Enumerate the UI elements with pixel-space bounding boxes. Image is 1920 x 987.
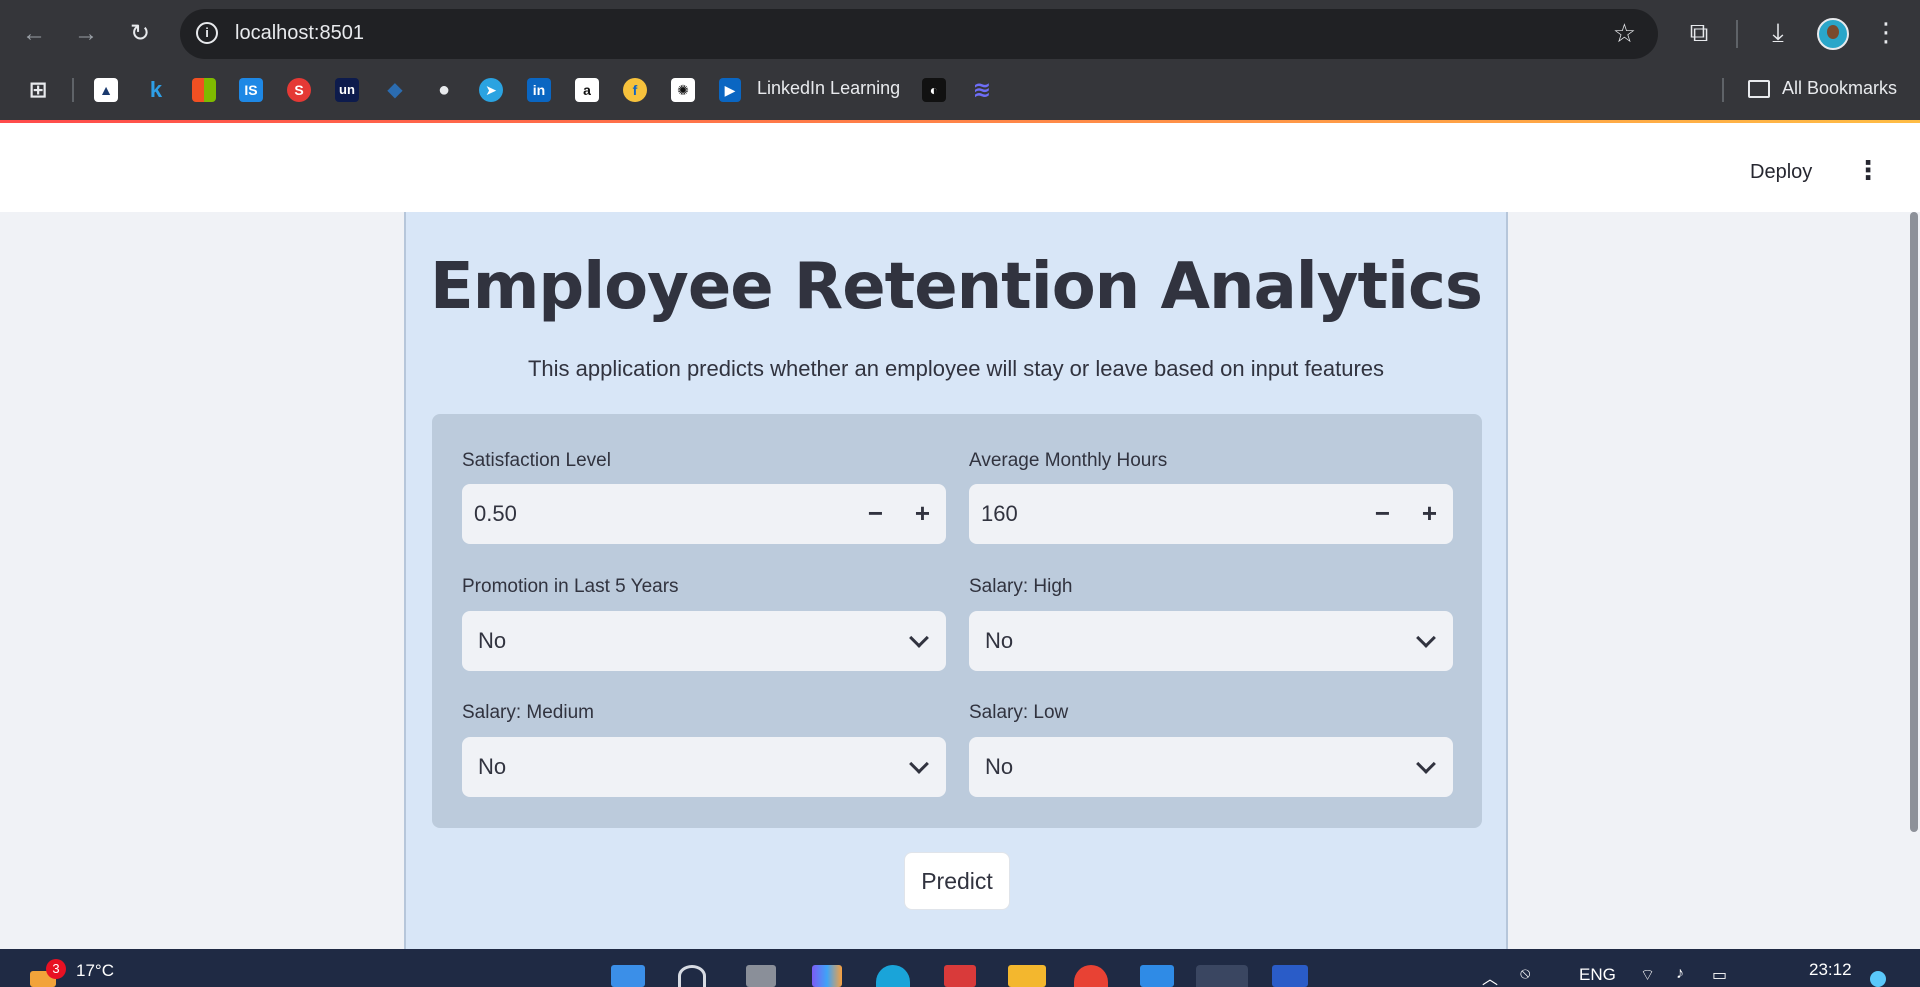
word-icon[interactable]: [1272, 965, 1308, 987]
download-icon[interactable]: ⤓: [1761, 17, 1795, 49]
page-subtitle: This application predicts whether an emp…: [527, 356, 1385, 381]
search-icon[interactable]: [678, 965, 706, 987]
promotion-selected-value[interactable]: No: [478, 628, 506, 654]
chrome-icon[interactable]: [1074, 965, 1108, 987]
battery-icon[interactable]: ▭: [1712, 965, 1732, 985]
satisfaction-number-input[interactable]: 0.50 − +: [462, 484, 946, 544]
chevron-down-icon[interactable]: [1416, 754, 1436, 774]
apps-grid-icon[interactable]: ⊞: [26, 78, 50, 102]
address-row: ← → ↻ i localhost:8501 ☆ ⧉ ⤓ ⋮: [0, 0, 1920, 68]
toolbar-separator: [1736, 20, 1738, 48]
site-info-icon[interactable]: i: [196, 22, 218, 44]
tray-chevron-icon[interactable]: ︿: [1482, 965, 1502, 987]
monthly-hours-decrement-button[interactable]: −: [1359, 484, 1406, 544]
linkedin-learning-link[interactable]: LinkedIn Learning: [757, 78, 900, 99]
input-form: Satisfaction Level 0.50 − + Average Mont…: [432, 414, 1482, 828]
folder-icon: [1748, 80, 1770, 98]
promotion-select[interactable]: No: [462, 611, 946, 671]
location-icon[interactable]: ⦸: [1520, 965, 1540, 985]
salary-low-select[interactable]: No: [969, 737, 1453, 797]
bookmarks-right-separator: [1722, 78, 1724, 102]
monthly-hours-label: Average Monthly Hours: [969, 450, 1168, 471]
extensions-icon[interactable]: ⧉: [1682, 17, 1716, 49]
bookmark-s-icon[interactable]: S: [287, 78, 311, 102]
edge-icon[interactable]: [876, 965, 910, 987]
salary-low-selected-value[interactable]: No: [985, 754, 1013, 780]
os-taskbar: 3 17°C ︿ ⦸ ENG ⌔ ♪ ▭ 23:12: [0, 949, 1920, 987]
url-text[interactable]: localhost:8501: [235, 22, 364, 45]
salary-high-selected-value[interactable]: No: [985, 628, 1013, 654]
monthly-hours-number-input[interactable]: 160 − +: [969, 484, 1453, 544]
vscode-icon[interactable]: [1140, 965, 1174, 987]
amazon-icon[interactable]: a: [575, 78, 599, 102]
bookmark-toggle-icon[interactable]: ◐: [922, 78, 946, 102]
notification-icon[interactable]: [1870, 971, 1886, 987]
task-view-icon[interactable]: [746, 965, 776, 987]
chrome-profile-icon[interactable]: [1196, 965, 1248, 987]
satisfaction-value[interactable]: 0.50: [474, 501, 517, 527]
unstop-icon[interactable]: un: [335, 78, 359, 102]
telegram-icon[interactable]: ➤: [479, 78, 503, 102]
satisfaction-label: Satisfaction Level: [462, 450, 611, 471]
back-arrow-icon[interactable]: ←: [18, 18, 50, 50]
satisfaction-decrement-button[interactable]: −: [852, 484, 899, 544]
temperature-text[interactable]: 17°C: [76, 961, 114, 981]
copilot-icon[interactable]: [812, 965, 842, 987]
salary-medium-select[interactable]: No: [462, 737, 946, 797]
salary-high-label: Salary: High: [969, 576, 1073, 597]
app-menu-icon[interactable]: ⋮: [1855, 157, 1881, 185]
page-title: Employee Retention Analytics: [429, 250, 1483, 324]
satisfaction-increment-button[interactable]: +: [899, 484, 946, 544]
bookmarks-separator: [72, 78, 74, 102]
chevron-down-icon[interactable]: [909, 628, 929, 648]
chatgpt-icon[interactable]: ✺: [671, 78, 695, 102]
file-explorer-icon[interactable]: [1008, 965, 1046, 987]
profile-avatar[interactable]: [1817, 18, 1849, 50]
predict-button[interactable]: Predict: [904, 852, 1010, 910]
forward-arrow-icon[interactable]: →: [70, 18, 102, 50]
salary-high-select[interactable]: No: [969, 611, 1453, 671]
linkedin-icon[interactable]: in: [527, 78, 551, 102]
linkedin-learning-icon[interactable]: ▶: [719, 78, 741, 102]
salary-medium-label: Salary: Medium: [462, 702, 594, 723]
main-container: Employee Retention Analytics This applic…: [404, 212, 1508, 949]
bookmark-diamond-icon[interactable]: ◆: [383, 78, 407, 102]
flipkart-icon[interactable]: f: [623, 78, 647, 102]
notification-badge: 3: [46, 959, 66, 979]
browser-menu-icon[interactable]: ⋮: [1869, 17, 1903, 48]
bookmark-is-icon[interactable]: IS: [239, 78, 263, 102]
bookmark-stack-icon[interactable]: ≋: [970, 78, 994, 102]
bookmark-star-icon[interactable]: ☆: [1613, 18, 1636, 49]
salary-low-label: Salary: Low: [969, 702, 1069, 723]
language-indicator[interactable]: ENG: [1579, 965, 1616, 985]
clock-time[interactable]: 23:12: [1809, 960, 1852, 980]
reload-icon[interactable]: ↻: [124, 18, 156, 50]
monthly-hours-value[interactable]: 160: [981, 501, 1018, 527]
all-bookmarks-link[interactable]: All Bookmarks: [1782, 78, 1897, 99]
salary-medium-selected-value[interactable]: No: [478, 754, 506, 780]
volume-icon[interactable]: ♪: [1676, 965, 1696, 985]
page-scrollbar[interactable]: [1910, 212, 1918, 832]
bookmarks-bar: ⊞ ▲ k IS S un ◆ ● ➤ in a f ✺ ▶ LinkedIn …: [0, 68, 1920, 112]
chevron-down-icon[interactable]: [909, 754, 929, 774]
github-icon[interactable]: ●: [432, 78, 456, 102]
windows-start-icon[interactable]: [611, 965, 645, 987]
deploy-button[interactable]: Deploy: [1750, 161, 1812, 184]
monthly-hours-increment-button[interactable]: +: [1406, 484, 1453, 544]
chevron-down-icon[interactable]: [1416, 628, 1436, 648]
store-icon[interactable]: [944, 965, 976, 987]
browser-chrome: ← → ↻ i localhost:8501 ☆ ⧉ ⤓ ⋮ ⊞ ▲ k IS …: [0, 0, 1920, 123]
promotion-label: Promotion in Last 5 Years: [462, 576, 679, 597]
bookmark-k-icon[interactable]: k: [144, 78, 168, 102]
address-bar[interactable]: i localhost:8501 ☆: [180, 9, 1658, 59]
microsoft-icon[interactable]: [192, 78, 216, 102]
wifi-icon[interactable]: ⌔: [1640, 965, 1660, 985]
bookmark-1-icon[interactable]: ▲: [94, 78, 118, 102]
app-header: Deploy ⋮: [0, 123, 1920, 212]
